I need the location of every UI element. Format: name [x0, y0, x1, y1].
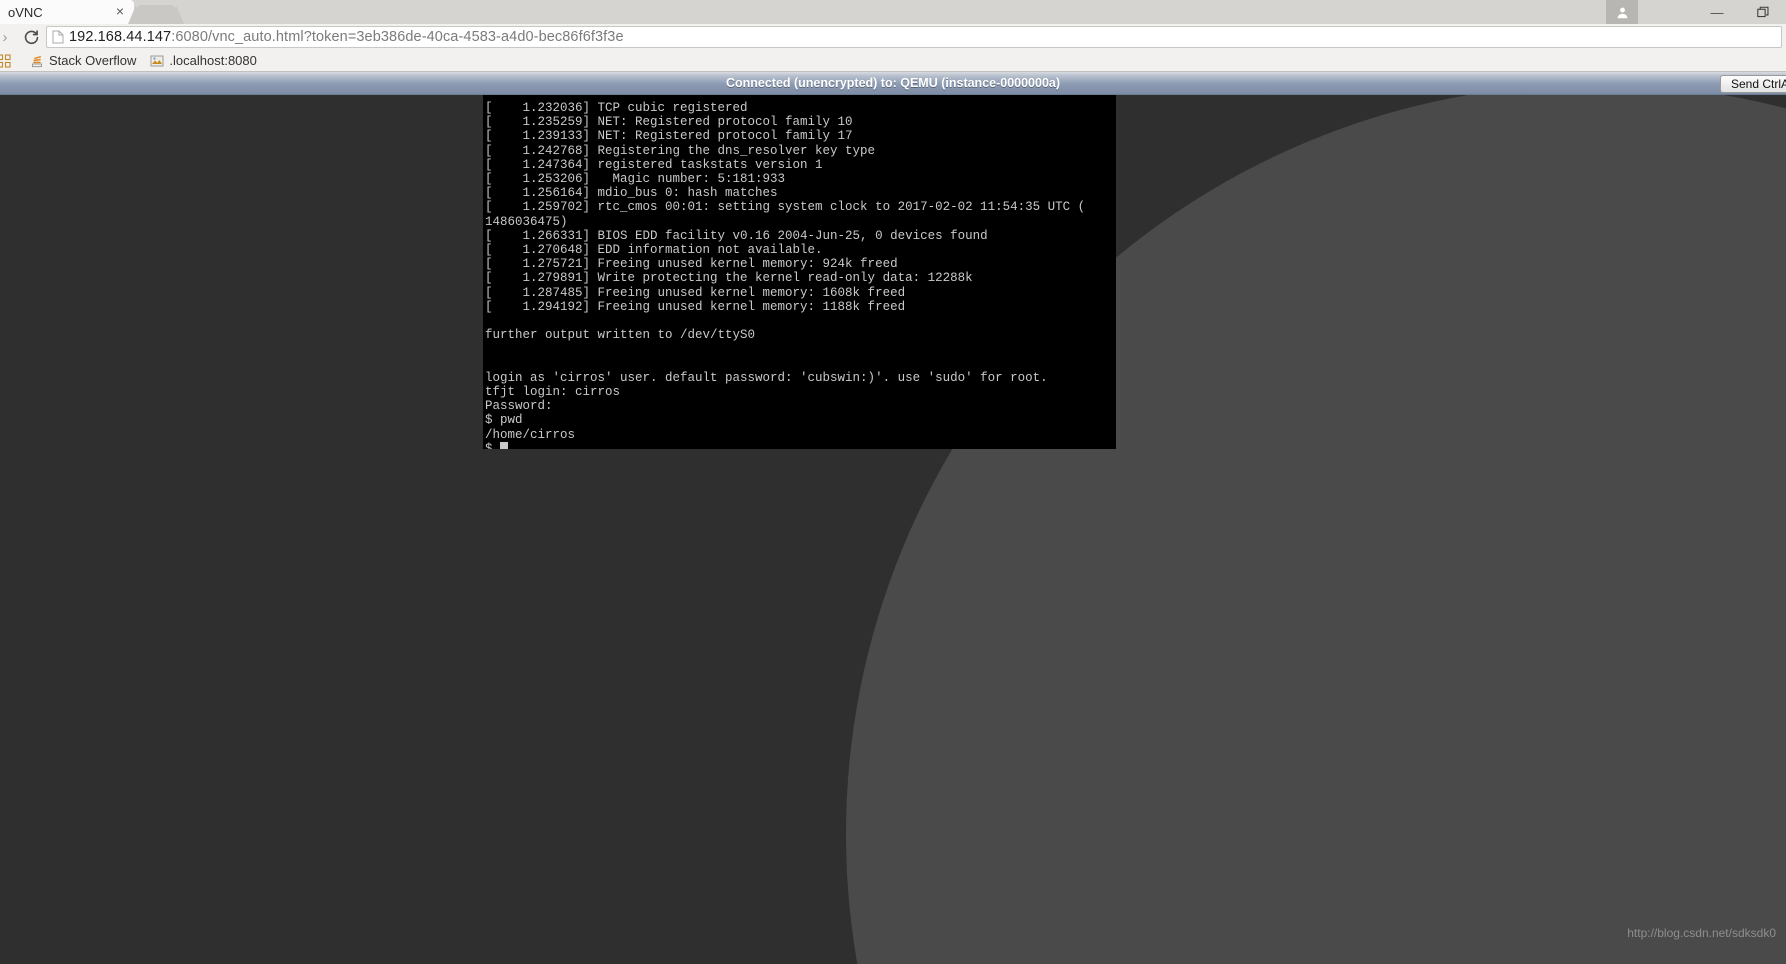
novnc-toolbar: Connected (unencrypted) to: QEMU (instan… — [0, 72, 1786, 95]
stackoverflow-icon — [32, 55, 42, 67]
bookmark-label: .localhost:8080 — [169, 53, 257, 68]
bookmark-localhost[interactable]: .localhost:8080 — [143, 50, 263, 72]
console-output: [ 1.232036] TCP cubic registered [ 1.235… — [483, 95, 1116, 449]
reload-icon — [24, 29, 38, 44]
tab-title: oVNC — [8, 4, 43, 20]
forward-button[interactable]: › — [0, 24, 16, 50]
bookmark-stack-overflow[interactable]: Stack Overflow — [23, 50, 143, 72]
close-icon[interactable]: × — [116, 3, 124, 19]
page-document-icon — [47, 30, 69, 44]
send-ctrl-alt-del-button[interactable]: Send CtrlAltDel — [1719, 75, 1786, 93]
maximize-button[interactable] — [1740, 0, 1786, 24]
url-text: 192.168.44.147:6080/vnc_auto.html?token=… — [69, 29, 624, 45]
document-icon — [52, 30, 64, 44]
new-tab-button[interactable] — [128, 5, 184, 24]
apps-grid-icon — [0, 53, 11, 68]
apps-shortcut[interactable] — [0, 50, 23, 72]
restore-icon — [1756, 6, 1768, 17]
browser-tab[interactable]: oVNC × — [0, 0, 134, 24]
novnc-connection-status: Connected (unencrypted) to: QEMU (instan… — [725, 76, 1061, 90]
address-bar[interactable]: 192.168.44.147:6080/vnc_auto.html?token=… — [46, 26, 1782, 48]
bookmark-label: Stack Overflow — [49, 53, 137, 68]
navigation-bar: › 192.168.44.147:6080/vnc_auto.html?toke… — [0, 24, 1786, 50]
window-controls: — — [1606, 0, 1786, 24]
browser-chrome: oVNC × — › 192.168.44.147:6080/vnc_auto.… — [0, 0, 1786, 72]
url-path: :6080/vnc_auto.html?token=3eb386de-40ca-… — [171, 29, 624, 45]
terminal-cursor — [500, 441, 509, 449]
vnc-console-canvas[interactable]: [ 1.232036] TCP cubic registered [ 1.235… — [483, 95, 1116, 449]
person-icon — [1617, 7, 1627, 18]
url-host: 192.168.44.147 — [69, 29, 172, 45]
tab-strip: oVNC × — — [0, 0, 1786, 24]
reload-button[interactable] — [16, 24, 46, 50]
profile-avatar-icon[interactable] — [1606, 0, 1638, 24]
bookmarks-bar: Stack Overflow .localhost:8080 — [0, 50, 1786, 72]
generic-site-icon — [150, 55, 164, 66]
minimize-button[interactable]: — — [1694, 0, 1740, 24]
watermark-text: http://blog.csdn.net/sdksdk0 — [1627, 926, 1776, 940]
